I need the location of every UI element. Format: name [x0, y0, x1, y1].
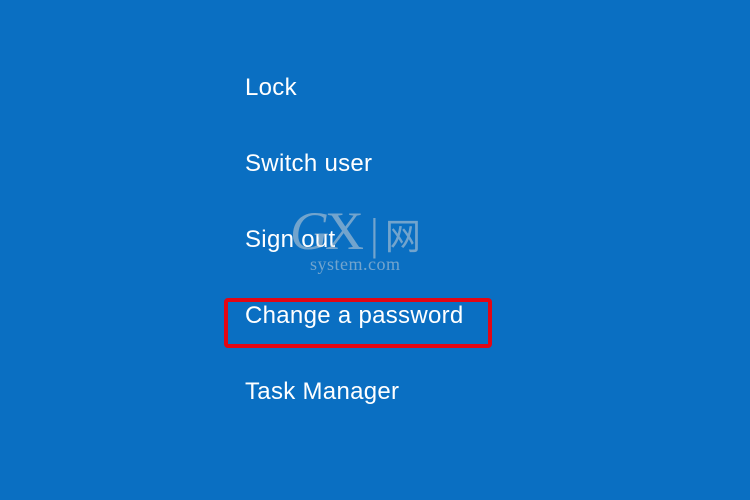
task-manager-option[interactable]: Task Manager: [245, 374, 464, 410]
switch-user-option[interactable]: Switch user: [245, 146, 464, 182]
security-options-menu: Lock Switch user Sign out Change a passw…: [245, 70, 464, 410]
lock-option[interactable]: Lock: [245, 70, 464, 106]
sign-out-option[interactable]: Sign out: [245, 222, 464, 258]
change-password-option[interactable]: Change a password: [245, 298, 464, 334]
